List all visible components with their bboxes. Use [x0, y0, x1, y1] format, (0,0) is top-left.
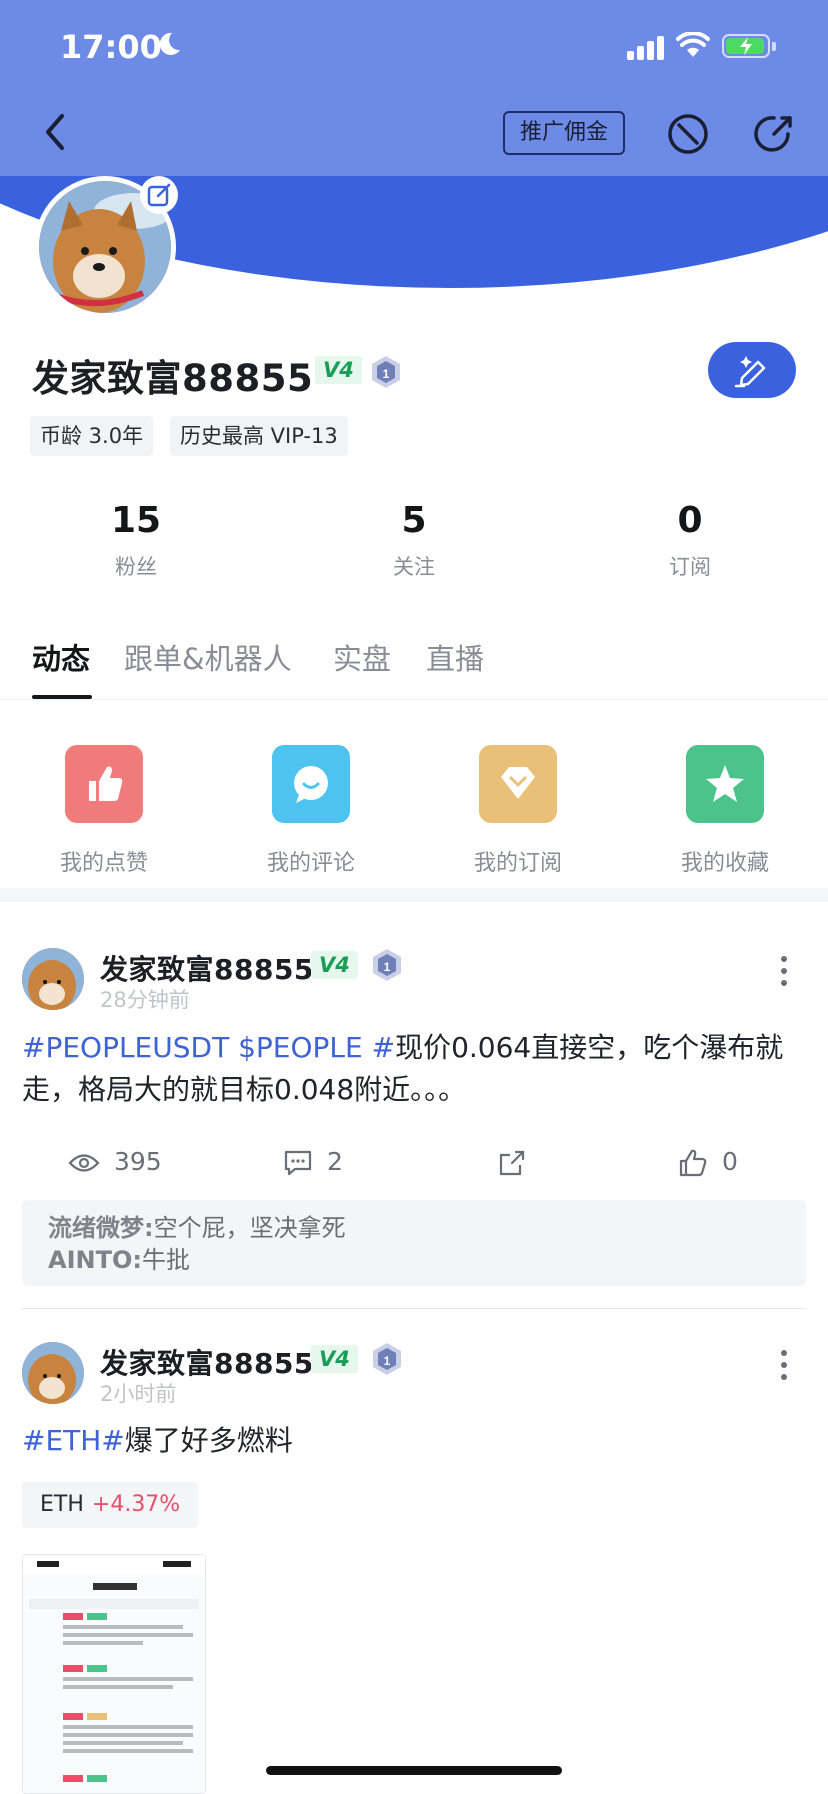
stat-label: 粉丝 — [115, 555, 157, 579]
comment-icon — [284, 1150, 312, 1176]
more-options-icon[interactable] — [781, 956, 789, 992]
post-author-name[interactable]: 发家致富88855 — [100, 1342, 314, 1382]
comment-user[interactable]: AINTO: — [48, 1246, 142, 1274]
battery-cap — [772, 42, 776, 51]
level-badge-icon: 1 — [373, 1343, 401, 1375]
thumbs-up-icon — [65, 745, 143, 823]
svg-text:1: 1 — [384, 960, 391, 974]
edit-profile-button[interactable] — [708, 342, 796, 398]
thumbs-up-icon — [679, 1149, 707, 1177]
post-divider — [22, 1308, 806, 1309]
svg-text:1: 1 — [383, 367, 390, 381]
eye-icon — [68, 1154, 100, 1172]
tab-feed[interactable]: 动态 — [32, 636, 90, 678]
tab-copy-trading[interactable]: 跟单&机器人 — [124, 636, 292, 678]
section-separator — [0, 888, 828, 902]
post-hashtags[interactable]: #PEOPLEUSDT $PEOPLE # — [22, 1031, 395, 1064]
stat-subscriptions[interactable]: 0 订阅 — [600, 500, 780, 581]
comment-item: 流绪微梦:空个屁，坚决拿死 — [48, 1212, 806, 1244]
level-badge-icon: 1 — [373, 949, 401, 981]
comment-text: 空个屁，坚决拿死 — [153, 1214, 346, 1242]
promotion-commission-button[interactable]: 推广佣金 — [503, 111, 625, 155]
level-badge-icon: 1 — [372, 356, 400, 388]
tab-live-stream[interactable]: 直播 — [426, 636, 484, 678]
coin-symbol: ETH — [40, 1492, 84, 1517]
stat-label: 关注 — [393, 555, 435, 579]
share-icon — [499, 1150, 525, 1176]
post-author-avatar[interactable] — [22, 1342, 84, 1404]
moon-icon — [159, 32, 180, 55]
pen-icon — [734, 356, 766, 388]
chat-bubble-icon — [272, 745, 350, 823]
post-content[interactable]: #ETH#爆了好多燃料 — [22, 1420, 802, 1462]
my-subscriptions-button[interactable]: 我的订阅 — [443, 745, 593, 877]
battery-icon — [722, 34, 770, 58]
post-actions: 395 2 0 — [0, 1142, 828, 1182]
vip-badge: V4 — [311, 951, 358, 979]
stat-followers[interactable]: 15 粉丝 — [46, 500, 226, 581]
wifi-icon — [676, 32, 710, 57]
home-indicator[interactable] — [266, 1766, 562, 1775]
tabs-divider — [0, 699, 828, 700]
post-author-avatar[interactable] — [22, 948, 84, 1010]
status-time: 17:00 — [60, 28, 162, 66]
profile-name: 发家致富88855 — [32, 357, 314, 400]
likes-value: 0 — [722, 1147, 738, 1176]
my-comments-button[interactable]: 我的评论 — [236, 745, 386, 877]
quick-action-label: 我的点赞 — [59, 851, 148, 876]
signal-icon — [627, 36, 667, 60]
comment-user[interactable]: 流绪微梦: — [48, 1214, 154, 1242]
post-author-name[interactable]: 发家致富88855 — [100, 948, 314, 988]
more-options-icon[interactable] — [781, 1350, 789, 1386]
stat-value: 0 — [677, 500, 703, 541]
quick-action-label: 我的订阅 — [473, 851, 562, 876]
back-icon[interactable] — [38, 110, 74, 154]
post-hashtags[interactable]: #ETH# — [22, 1424, 125, 1457]
vip-history-tag: 历史最高 VIP-13 — [170, 416, 348, 456]
post-content[interactable]: #PEOPLEUSDT $PEOPLE #现价0.064直接空，吃个瀑布就走，格… — [22, 1027, 802, 1111]
views-value: 395 — [114, 1147, 162, 1176]
star-icon — [686, 745, 764, 823]
comment-preview[interactable]: 流绪微梦:空个屁，坚决拿死 AINTO:牛批 — [22, 1200, 806, 1286]
comment-button[interactable]: 2 — [283, 1142, 343, 1182]
coin-change: +4.37% — [91, 1492, 181, 1517]
post-time: 28分钟前 — [100, 988, 190, 1012]
quick-action-label: 我的收藏 — [680, 851, 769, 876]
post-image-thumbnail[interactable] — [22, 1554, 206, 1794]
svg-text:1: 1 — [384, 1354, 391, 1368]
comment-text: 牛批 — [141, 1246, 190, 1274]
my-likes-button[interactable]: 我的点赞 — [29, 745, 179, 877]
status-bar: 17:00 — [0, 0, 828, 96]
like-button[interactable]: 0 — [678, 1142, 738, 1182]
post-body: 爆了好多燃料 — [124, 1424, 293, 1457]
post-time: 2小时前 — [100, 1382, 177, 1406]
coin-ticker[interactable]: ETH +4.37% — [22, 1482, 199, 1528]
block-icon[interactable] — [666, 112, 710, 156]
edit-avatar-button[interactable] — [140, 176, 178, 214]
vip-badge: V4 — [311, 1345, 358, 1373]
stat-label: 订阅 — [669, 555, 711, 579]
tab-live-trading[interactable]: 实盘 — [333, 636, 391, 678]
share-post-button[interactable] — [498, 1142, 540, 1182]
share-icon[interactable] — [752, 112, 796, 156]
stat-value: 15 — [110, 500, 162, 541]
diamond-icon — [479, 745, 557, 823]
stat-following[interactable]: 5 关注 — [324, 500, 504, 581]
coin-age-tag: 币龄 3.0年 — [30, 416, 154, 456]
my-favorites-button[interactable]: 我的收藏 — [650, 745, 800, 877]
vip-badge: V4 — [315, 356, 362, 384]
comments-value: 2 — [327, 1147, 343, 1176]
stat-value: 5 — [401, 500, 427, 541]
quick-action-label: 我的评论 — [266, 851, 355, 876]
views-count: 395 — [68, 1142, 162, 1182]
comment-item: AINTO:牛批 — [48, 1244, 806, 1276]
screenshot-image — [23, 1555, 205, 1793]
